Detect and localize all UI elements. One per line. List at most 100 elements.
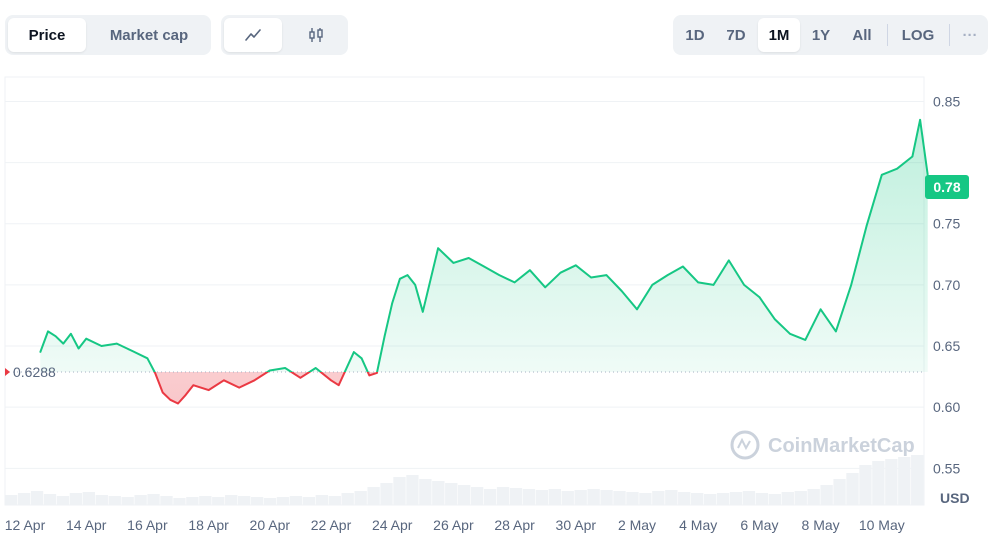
data-point bbox=[376, 372, 378, 374]
data-point bbox=[353, 351, 355, 353]
volume-bar bbox=[328, 496, 341, 505]
volume-bar bbox=[406, 475, 419, 505]
data-point bbox=[804, 339, 807, 341]
volume-bar bbox=[56, 496, 70, 505]
y-tick-label: 0.85 bbox=[933, 93, 960, 109]
volume-bar bbox=[768, 494, 782, 505]
volume-bar bbox=[419, 479, 432, 505]
data-point bbox=[467, 257, 470, 259]
data-point bbox=[651, 284, 654, 286]
volume-bar bbox=[289, 496, 303, 505]
volume-bar bbox=[742, 491, 756, 505]
volume-bar bbox=[250, 497, 264, 505]
data-point bbox=[819, 308, 822, 311]
data-point bbox=[299, 377, 302, 379]
y-tick-label: 0.75 bbox=[933, 216, 960, 232]
volume-bar bbox=[380, 483, 393, 505]
volume-bar bbox=[613, 491, 626, 505]
data-point bbox=[284, 367, 286, 369]
data-point bbox=[896, 167, 898, 170]
volume-bar bbox=[509, 488, 523, 505]
volume-bar bbox=[199, 496, 212, 505]
volume-bar bbox=[458, 485, 471, 505]
volume-bar bbox=[147, 494, 160, 505]
volume-bar bbox=[561, 491, 574, 505]
data-point bbox=[773, 318, 776, 320]
x-tick-label: 6 May bbox=[740, 517, 778, 533]
volume-bar bbox=[807, 489, 820, 505]
volume-bar bbox=[794, 491, 807, 505]
volume-bar bbox=[548, 489, 561, 505]
volume-bar bbox=[574, 490, 587, 505]
baseline-label: 0.6288 bbox=[13, 364, 56, 380]
volume-bar bbox=[134, 495, 147, 505]
volume-bar bbox=[237, 496, 251, 505]
data-point bbox=[636, 308, 638, 311]
data-point bbox=[697, 281, 699, 284]
y-tick-label: 0.65 bbox=[933, 338, 960, 354]
data-point bbox=[881, 174, 883, 176]
volume-bar bbox=[173, 498, 186, 505]
volume-bar bbox=[315, 495, 328, 505]
current-price-badge: 0.78 bbox=[925, 175, 969, 200]
data-point bbox=[360, 357, 363, 360]
data-point bbox=[62, 342, 65, 345]
volume-bar bbox=[898, 457, 911, 505]
volume-bar bbox=[354, 491, 367, 505]
volume-bar bbox=[678, 492, 691, 505]
data-point bbox=[544, 286, 546, 289]
volume-bar bbox=[95, 495, 108, 505]
data-point bbox=[743, 284, 745, 286]
data-point bbox=[452, 262, 455, 264]
data-point bbox=[192, 384, 195, 387]
x-tick-label: 30 Apr bbox=[556, 517, 597, 533]
volume-bar bbox=[626, 492, 639, 505]
x-tick-label: 20 Apr bbox=[250, 517, 291, 533]
data-point bbox=[154, 372, 156, 374]
volume-bar bbox=[600, 490, 613, 505]
volume-bar bbox=[186, 497, 199, 505]
volume-bar bbox=[483, 489, 497, 505]
x-tick-label: 24 Apr bbox=[372, 517, 413, 533]
volume-bar bbox=[833, 479, 846, 505]
y-unit-label: USD bbox=[940, 490, 970, 506]
volume-bar bbox=[587, 489, 600, 505]
data-point bbox=[116, 342, 118, 345]
y-tick-label: 0.55 bbox=[933, 460, 960, 476]
data-point bbox=[85, 337, 87, 340]
x-tick-label: 2 May bbox=[618, 517, 656, 533]
x-tick-label: 16 Apr bbox=[127, 517, 168, 533]
data-point bbox=[498, 274, 501, 276]
data-point bbox=[620, 290, 623, 292]
volume-bar bbox=[755, 493, 769, 505]
current-price-label: 0.78 bbox=[933, 179, 960, 195]
data-point bbox=[406, 274, 409, 276]
data-point bbox=[54, 335, 57, 338]
volume-bar bbox=[276, 497, 290, 505]
data-point bbox=[728, 259, 730, 262]
volume-bar bbox=[302, 497, 316, 505]
data-point bbox=[712, 284, 715, 286]
baseline-marker: 0.6288 bbox=[5, 364, 56, 380]
volume-bar bbox=[341, 493, 354, 505]
data-point bbox=[169, 399, 172, 401]
volume-bar bbox=[470, 487, 484, 505]
volume-bar bbox=[535, 490, 549, 505]
data-point bbox=[911, 155, 914, 158]
data-point bbox=[483, 265, 485, 268]
data-point bbox=[269, 369, 271, 372]
volume-bar bbox=[69, 493, 83, 505]
data-point bbox=[850, 284, 852, 286]
x-tick-label: 18 Apr bbox=[188, 517, 229, 533]
data-point bbox=[919, 119, 921, 121]
volume-bar bbox=[716, 493, 730, 505]
y-tick-label: 0.70 bbox=[933, 277, 960, 293]
data-point bbox=[605, 274, 608, 276]
data-point bbox=[100, 345, 103, 347]
data-point bbox=[146, 357, 149, 360]
volume-bar bbox=[17, 493, 31, 505]
data-point bbox=[337, 384, 340, 387]
volume-bar bbox=[160, 496, 173, 505]
data-point bbox=[414, 284, 417, 286]
volume-bar bbox=[30, 491, 44, 505]
